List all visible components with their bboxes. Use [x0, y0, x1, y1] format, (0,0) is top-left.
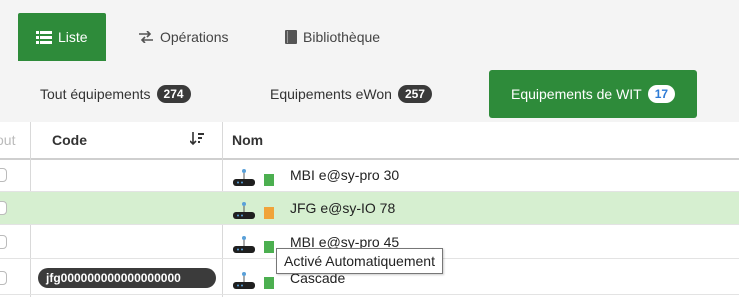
router-device-icon [233, 270, 274, 290]
router-device-icon [233, 200, 274, 220]
tab-operations-label: Opérations [160, 29, 229, 45]
swap-icon [138, 31, 154, 43]
view-tabs-bar: Liste Opérations Bibliothèque [0, 0, 739, 63]
equipment-name[interactable]: MBI e@sy-pro 30 [290, 167, 399, 183]
count-badge: 274 [156, 85, 191, 103]
equipment-list-panel: Liste Opérations Bibliothèque Tout équip… [0, 0, 739, 297]
tab-bibliotheque-label: Bibliothèque [303, 29, 381, 45]
table-row[interactable]: JFG e@sy-IO 78 [0, 192, 739, 225]
tab-bibliotheque[interactable]: Bibliothèque [285, 13, 380, 61]
column-header-code[interactable]: Code [52, 122, 222, 158]
filter-equipements-wit[interactable]: Equipements de WIT 17 [489, 70, 698, 118]
tab-liste-label: Liste [58, 29, 88, 45]
tab-liste[interactable]: Liste [18, 13, 106, 61]
router-device-icon [233, 234, 274, 254]
tooltip: Activé Automatiquement [276, 248, 443, 274]
tab-operations[interactable]: Opérations [138, 13, 228, 61]
count-badge: 257 [397, 85, 432, 103]
filter-label: Equipements eWon [270, 86, 392, 102]
code-badge: jfg000000000000000000 [38, 268, 216, 288]
row-checkbox[interactable] [0, 235, 7, 249]
column-header-partial[interactable]: out [0, 122, 30, 158]
table-row[interactable]: MBI e@sy-pro 30 [0, 159, 739, 192]
column-nom-label: Nom [232, 132, 264, 148]
filter-label: Tout équipements [40, 86, 151, 102]
row-checkbox[interactable] [0, 201, 7, 215]
book-icon [285, 30, 297, 44]
filter-tout-equipements[interactable]: Tout équipements 274 [40, 70, 191, 118]
filter-equipements-ewon[interactable]: Equipements eWon 257 [270, 70, 432, 118]
router-device-icon [233, 167, 274, 187]
list-icon [36, 30, 52, 44]
column-header-nom[interactable]: Nom [232, 122, 432, 158]
table-header: out Code Nom [0, 122, 739, 160]
count-badge: 17 [647, 85, 676, 103]
sort-desc-icon[interactable] [189, 132, 204, 149]
column-code-label: Code [52, 132, 87, 148]
filter-label: Equipements de WIT [511, 86, 642, 102]
row-checkbox[interactable] [0, 271, 7, 285]
equipment-filter-tabs: Tout équipements 274 Equipements eWon 25… [0, 62, 739, 123]
equipment-name[interactable]: JFG e@sy-IO 78 [290, 200, 395, 216]
row-checkbox[interactable] [0, 168, 7, 182]
